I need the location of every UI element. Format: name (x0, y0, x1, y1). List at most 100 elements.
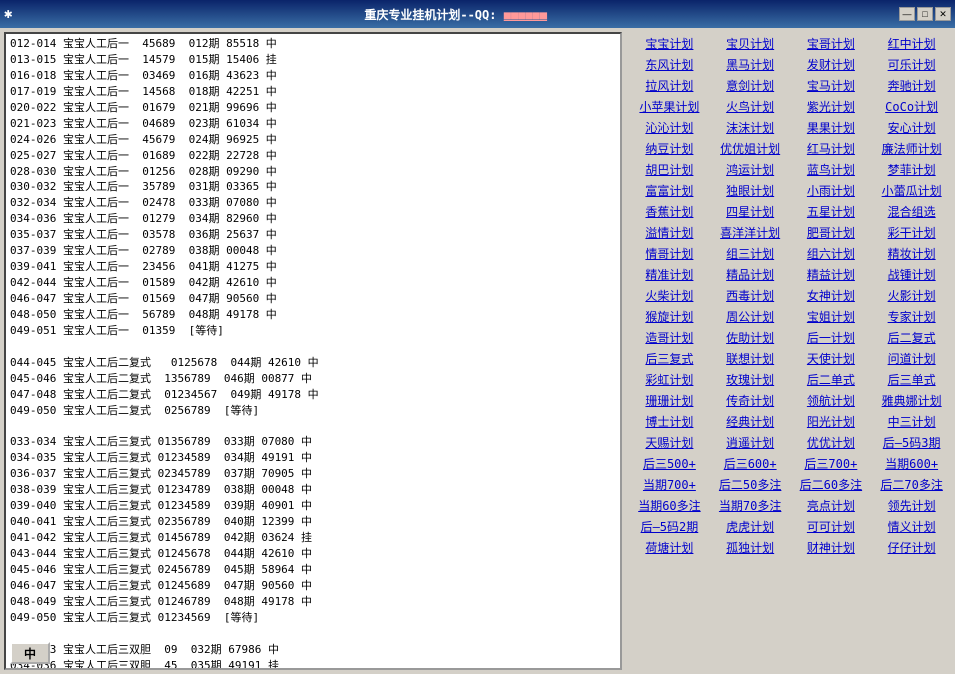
qq-link[interactable]: ■■■■■■ (504, 8, 547, 22)
plan-link[interactable]: 天使计划 (792, 349, 871, 368)
plan-link[interactable]: 混合组选 (872, 202, 951, 221)
plan-link[interactable]: 香蕉计划 (630, 202, 709, 221)
plan-link[interactable]: 彩干计划 (872, 223, 951, 242)
close-button[interactable]: ✕ (935, 7, 951, 21)
plan-link[interactable]: 彩虹计划 (630, 370, 709, 389)
plan-link[interactable]: 精妆计划 (872, 244, 951, 263)
plan-link[interactable]: 佐助计划 (711, 328, 790, 347)
plan-link[interactable]: 专家计划 (872, 307, 951, 326)
plan-link[interactable]: 意剑计划 (711, 76, 790, 95)
plan-link[interactable]: 天赐计划 (630, 433, 709, 452)
plan-text-area[interactable]: 012-014 宝宝人工后一 45689 012期 85518 中 013-01… (6, 34, 620, 668)
plan-link[interactable]: 猴旋计划 (630, 307, 709, 326)
minimize-button[interactable]: — (899, 7, 915, 21)
plan-link[interactable]: 宝宝计划 (630, 34, 709, 53)
plan-link[interactable]: 沫沫计划 (711, 118, 790, 137)
plan-link[interactable]: 优优计划 (792, 433, 871, 452)
maximize-button[interactable]: □ (917, 7, 933, 21)
plan-link[interactable]: 当期700+ (630, 475, 709, 494)
plan-link[interactable]: 小苹果计划 (630, 97, 709, 116)
plan-link[interactable]: 精益计划 (792, 265, 871, 284)
plan-link[interactable]: 雅典娜计划 (872, 391, 951, 410)
plan-link[interactable]: 火鸟计划 (711, 97, 790, 116)
plan-link[interactable]: 珊珊计划 (630, 391, 709, 410)
plan-link[interactable]: 后—5码2期 (630, 517, 709, 536)
plan-link[interactable]: 溢情计划 (630, 223, 709, 242)
plan-link[interactable]: CoCo计划 (872, 97, 951, 116)
plan-link[interactable]: 传奇计划 (711, 391, 790, 410)
plan-link[interactable]: 四星计划 (711, 202, 790, 221)
plan-link[interactable]: 造哥计划 (630, 328, 709, 347)
plan-link[interactable]: 东风计划 (630, 55, 709, 74)
plan-link[interactable]: 廉法师计划 (872, 139, 951, 158)
plan-link[interactable]: 西毒计划 (711, 286, 790, 305)
plan-link[interactable]: 领航计划 (792, 391, 871, 410)
plan-link[interactable]: 红中计划 (872, 34, 951, 53)
plan-link[interactable]: 纳豆计划 (630, 139, 709, 158)
plan-link[interactable]: 领先计划 (872, 496, 951, 515)
plan-link[interactable]: 拉风计划 (630, 76, 709, 95)
plan-link[interactable]: 当期70多注 (711, 496, 790, 515)
plan-link[interactable]: 后二单式 (792, 370, 871, 389)
plan-link[interactable]: 可乐计划 (872, 55, 951, 74)
plan-link[interactable]: 经典计划 (711, 412, 790, 431)
plan-link[interactable]: 宝贝计划 (711, 34, 790, 53)
plan-link[interactable]: 博士计划 (630, 412, 709, 431)
plan-link[interactable]: 后二50多注 (711, 475, 790, 494)
plan-link[interactable]: 后—5码3期 (872, 433, 951, 452)
plan-link[interactable]: 梦菲计划 (872, 160, 951, 179)
plan-link[interactable]: 阳光计划 (792, 412, 871, 431)
plan-link[interactable]: 后二60多注 (792, 475, 871, 494)
plan-link[interactable]: 黑马计划 (711, 55, 790, 74)
plan-link[interactable]: 荷塘计划 (630, 538, 709, 557)
plan-link[interactable]: 中三计划 (872, 412, 951, 431)
plan-link[interactable]: 红马计划 (792, 139, 871, 158)
plan-link[interactable]: 问道计划 (872, 349, 951, 368)
plan-link[interactable]: 玫瑰计划 (711, 370, 790, 389)
plan-link[interactable]: 独眼计划 (711, 181, 790, 200)
plan-link[interactable]: 安心计划 (872, 118, 951, 137)
plan-link[interactable]: 组三计划 (711, 244, 790, 263)
plan-link[interactable]: 五星计划 (792, 202, 871, 221)
plan-link[interactable]: 紫光计划 (792, 97, 871, 116)
plan-link[interactable]: 仔仔计划 (872, 538, 951, 557)
plan-link[interactable]: 小蕾瓜计划 (872, 181, 951, 200)
plan-link[interactable]: 胡巴计划 (630, 160, 709, 179)
plan-link[interactable]: 宝哥计划 (792, 34, 871, 53)
plan-link[interactable]: 女神计划 (792, 286, 871, 305)
plan-link[interactable]: 喜洋洋计划 (711, 223, 790, 242)
plan-link[interactable]: 蓝鸟计划 (792, 160, 871, 179)
plan-link[interactable]: 情义计划 (872, 517, 951, 536)
plan-link[interactable]: 果果计划 (792, 118, 871, 137)
plan-link[interactable]: 周公计划 (711, 307, 790, 326)
plan-link[interactable]: 战锺计划 (872, 265, 951, 284)
plan-link[interactable]: 当期600+ (872, 454, 951, 473)
plan-link[interactable]: 后三500+ (630, 454, 709, 473)
plan-link[interactable]: 可可计划 (792, 517, 871, 536)
plan-link[interactable]: 小雨计划 (792, 181, 871, 200)
plan-link[interactable]: 后三复式 (630, 349, 709, 368)
plan-link[interactable]: 虎虎计划 (711, 517, 790, 536)
plan-link[interactable]: 后二70多注 (872, 475, 951, 494)
plan-link[interactable]: 发财计划 (792, 55, 871, 74)
plan-link[interactable]: 组六计划 (792, 244, 871, 263)
plan-link[interactable]: 联想计划 (711, 349, 790, 368)
plan-link[interactable]: 后三600+ (711, 454, 790, 473)
plan-link[interactable]: 后二复式 (872, 328, 951, 347)
plan-link[interactable]: 沁沁计划 (630, 118, 709, 137)
plan-link[interactable]: 鸿运计划 (711, 160, 790, 179)
plan-link[interactable]: 精品计划 (711, 265, 790, 284)
plan-link[interactable]: 当期60多注 (630, 496, 709, 515)
plan-link[interactable]: 宝姐计划 (792, 307, 871, 326)
plan-link[interactable]: 孤独计划 (711, 538, 790, 557)
plan-link[interactable]: 亮点计划 (792, 496, 871, 515)
plan-link[interactable]: 富富计划 (630, 181, 709, 200)
plan-link[interactable]: 后三单式 (872, 370, 951, 389)
plan-link[interactable]: 逍遥计划 (711, 433, 790, 452)
plan-link[interactable]: 火影计划 (872, 286, 951, 305)
plan-link[interactable]: 后一计划 (792, 328, 871, 347)
plan-link[interactable]: 奔驰计划 (872, 76, 951, 95)
plan-link[interactable]: 情哥计划 (630, 244, 709, 263)
plan-link[interactable]: 后三700+ (792, 454, 871, 473)
plan-link[interactable]: 宝马计划 (792, 76, 871, 95)
